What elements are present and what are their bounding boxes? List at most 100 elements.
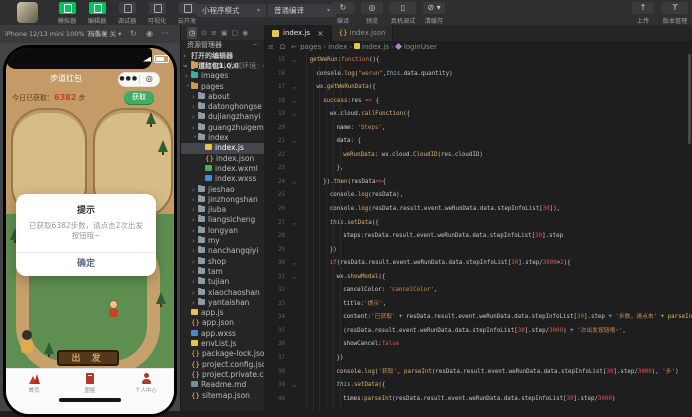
- tree-item-readme.md[interactable]: Readme.md: [181, 380, 264, 390]
- record-icon[interactable]: ◉: [146, 25, 153, 43]
- tree-item-project.config.json[interactable]: {}project.config.json: [181, 360, 264, 370]
- layout-icon[interactable]: ▢: [231, 27, 238, 39]
- tree-item-jiuba[interactable]: ›jiuba: [181, 205, 264, 215]
- editor-panel: index.js×{}index.json ≡Ω←pages›index›ind…: [265, 25, 692, 411]
- tree-item-jinzhongshan[interactable]: ›jinzhongshan: [181, 195, 264, 205]
- symbol-list-icon[interactable]: Ω: [280, 43, 285, 51]
- tree-item-datonghongse[interactable]: ›datonghongse: [181, 102, 264, 112]
- tree-item-longyan[interactable]: ›longyan: [181, 226, 264, 236]
- upload-button[interactable]: ↑上传: [632, 1, 654, 25]
- breadcrumb-item[interactable]: loginUser: [404, 43, 437, 51]
- capsule-menu[interactable]: ●●● ◎: [118, 72, 160, 87]
- action-button-group: ↻编译 ◎预览 ▯真机调试 ⊘ ▾清缓存: [332, 1, 445, 25]
- tree-item-index.json[interactable]: {}index.json: [181, 154, 264, 164]
- back-arrow-icon[interactable]: ←: [291, 43, 297, 51]
- breadcrumb-item[interactable]: pages: [300, 43, 321, 51]
- close-icon[interactable]: ×: [317, 29, 324, 38]
- tree-item-cloud[interactable]: ›cloud | 当前环境：cloud1: [181, 61, 264, 71]
- folder-file-icon: [198, 206, 205, 212]
- menu-icon[interactable]: ≡: [268, 43, 274, 51]
- tree-item-sitemap.json[interactable]: {}sitemap.json: [181, 391, 264, 401]
- step-banner-prefix: 今日已获取：: [12, 94, 54, 102]
- tree-item-pages[interactable]: ›pages: [181, 82, 264, 92]
- fold-chevron-icon[interactable]: ›: [287, 222, 301, 226]
- device-debug-button[interactable]: ▯真机调试: [390, 1, 416, 25]
- fold-chevron-icon[interactable]: ›: [287, 276, 301, 280]
- mode-button-simulator[interactable]: 模拟器: [56, 1, 78, 25]
- refresh-icon[interactable]: ↻: [130, 25, 137, 43]
- user-avatar[interactable]: [17, 2, 38, 23]
- tree-item-index.wxss[interactable]: index.wxss: [181, 174, 264, 184]
- compile-button[interactable]: ↻编译: [332, 1, 354, 25]
- fold-chevron-icon[interactable]: ›: [287, 262, 301, 266]
- breadcrumb-item[interactable]: index.js: [362, 43, 389, 51]
- fold-chevron-icon[interactable]: ›: [287, 384, 301, 388]
- fold-chevron-icon[interactable]: ›: [287, 181, 301, 185]
- mode-button-cloud-dev[interactable]: 云开发: [176, 1, 198, 25]
- tree-item-my[interactable]: ›my: [181, 236, 264, 246]
- tree-item-xiaochaoshan[interactable]: ›xiaochaoshan: [181, 288, 264, 298]
- tree-item-guangzhuigeming[interactable]: ›guangzhuigeming: [181, 123, 264, 133]
- editor-scrollbar[interactable]: [688, 54, 691, 144]
- tabbar-item-profile[interactable]: 个人中心: [118, 369, 174, 414]
- version-control-button[interactable]: ϒ版本管理: [662, 1, 688, 25]
- hot-reload-selector[interactable]: 热重载 关 ▾: [88, 25, 121, 43]
- tree-item-shop[interactable]: ›shop: [181, 257, 264, 267]
- tree-item-project.private.config.js-[interactable]: {}project.private.config.js…: [181, 370, 264, 380]
- tree-item-app.js[interactable]: app.js: [181, 308, 264, 318]
- clear-cache-button[interactable]: ⊘ ▾清缓存: [423, 1, 445, 25]
- tree-item-liangsicheng[interactable]: ›liangsicheng: [181, 215, 264, 225]
- tree-item-label: index.wxss: [215, 174, 256, 183]
- depart-button[interactable]: 出 发: [57, 350, 119, 366]
- more-dots-icon[interactable]: ●●●: [119, 73, 139, 86]
- open-editors-section[interactable]: ›打开的编辑器: [181, 51, 264, 61]
- history-icon[interactable]: ◷: [187, 27, 197, 39]
- tree-item-app.json[interactable]: {}app.json: [181, 318, 264, 328]
- tree-item-label: app.json: [202, 318, 234, 327]
- home-indicator[interactable]: [59, 398, 121, 402]
- tabbar-item-home[interactable]: 首页: [6, 369, 62, 414]
- tree-item-index.wxml[interactable]: index.wxml: [181, 164, 264, 174]
- fold-chevron-icon[interactable]: ›: [287, 86, 301, 90]
- search-icon[interactable]: ⊙: [201, 27, 207, 39]
- tree-item-images[interactable]: ›images: [181, 71, 264, 81]
- tree-item-index[interactable]: ›index: [181, 133, 264, 143]
- step-unit: 步: [76, 94, 85, 102]
- mode-button-visualization[interactable]: 可视化: [146, 1, 168, 25]
- more-icon[interactable]: ···: [161, 25, 169, 43]
- more-icon[interactable]: ···: [252, 40, 259, 51]
- modal-confirm-button[interactable]: 确定: [16, 253, 156, 276]
- tree-item-jieshao[interactable]: ›jieshao: [181, 185, 264, 195]
- fold-chevron-icon[interactable]: ›: [287, 59, 301, 63]
- tree-item-yantaishan[interactable]: ›yantaishan: [181, 298, 264, 308]
- tree-item-about[interactable]: ›about: [181, 92, 264, 102]
- split-icon[interactable]: ▣: [221, 27, 228, 39]
- code-area[interactable]: 15›getWeRun:function(){16console.log("we…: [265, 54, 692, 411]
- get-steps-button[interactable]: 获取: [124, 91, 154, 104]
- preview-button[interactable]: ◎预览: [361, 1, 383, 25]
- tree-item-package-lock.json[interactable]: {}package-lock.json: [181, 349, 264, 359]
- tree-item-nanchangqiyi[interactable]: ›nanchangqiyi: [181, 246, 264, 256]
- tree-item-index.js[interactable]: index.js: [181, 143, 264, 153]
- tree-icon: [156, 292, 166, 304]
- tab-index-js[interactable]: index.js×: [265, 25, 332, 41]
- fold-chevron-icon[interactable]: ›: [287, 113, 301, 117]
- tree-item-envlist.js[interactable]: envList.js: [181, 339, 264, 349]
- mode-dropdown[interactable]: 小程序模式▾: [196, 4, 266, 17]
- tree-item-app.wxss[interactable]: app.wxss: [181, 329, 264, 339]
- preview-icon[interactable]: ◉: [242, 27, 248, 39]
- mode-button-editor[interactable]: 编辑器: [86, 1, 108, 25]
- tree-item-dujiangzhanyi[interactable]: ›dujiangzhanyi: [181, 112, 264, 122]
- fold-chevron-icon[interactable]: ›: [287, 140, 301, 144]
- code-line: 29}): [265, 244, 692, 258]
- tree-item-tujian[interactable]: ›tujian: [181, 277, 264, 287]
- outline-icon[interactable]: ≡: [211, 27, 217, 39]
- breadcrumb-item[interactable]: index: [328, 43, 347, 51]
- tabbar-item-collection[interactable]: 图鉴: [62, 369, 118, 414]
- fold-chevron-icon[interactable]: ›: [287, 100, 301, 104]
- mode-button-debugger[interactable]: 调试器: [116, 1, 138, 25]
- compile-dropdown[interactable]: 普通编译▾: [268, 4, 336, 17]
- tab-index-json[interactable]: {}index.json: [332, 25, 394, 41]
- tree-item-tam[interactable]: ›tam: [181, 267, 264, 277]
- close-target-icon[interactable]: ◎: [140, 73, 160, 86]
